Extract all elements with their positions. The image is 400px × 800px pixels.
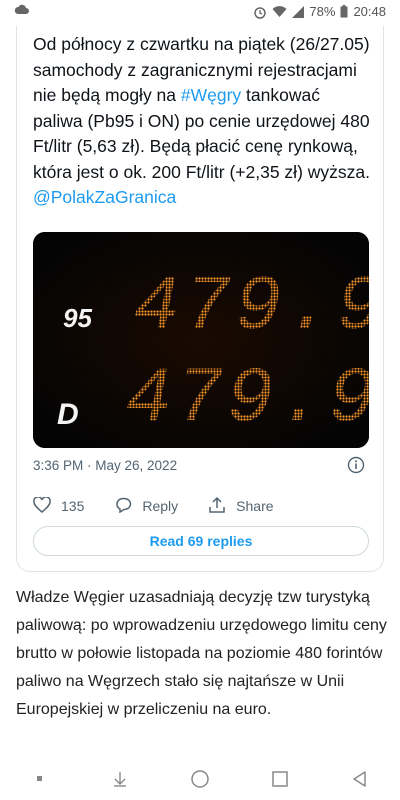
like-count: 135 bbox=[61, 498, 85, 514]
cloud-icon bbox=[14, 3, 30, 18]
price-row2: 479.9 bbox=[125, 356, 369, 444]
battery-icon bbox=[340, 5, 348, 18]
signal-icon bbox=[292, 5, 305, 18]
price-row1: 479.9 bbox=[133, 264, 369, 352]
read-replies-button[interactable]: Read 69 replies bbox=[33, 526, 369, 556]
hashtag-link[interactable]: #Węgry bbox=[181, 85, 241, 105]
download-arrow-icon[interactable] bbox=[100, 764, 140, 794]
back-icon[interactable] bbox=[340, 764, 380, 794]
info-icon[interactable] bbox=[347, 456, 365, 474]
reply-icon bbox=[114, 497, 142, 516]
reply-button[interactable]: Reply bbox=[114, 497, 178, 516]
tweet-timestamp[interactable]: 3:36 PM · May 26, 2022 bbox=[33, 458, 177, 473]
system-nav-bar bbox=[0, 758, 400, 800]
reply-label: Reply bbox=[142, 498, 179, 514]
battery-percent: 78% bbox=[309, 4, 336, 19]
status-bar: 78% 20:48 bbox=[0, 0, 400, 24]
share-icon bbox=[208, 496, 236, 517]
like-button[interactable]: 135 bbox=[33, 495, 85, 516]
share-label: Share bbox=[236, 498, 274, 514]
heart-icon bbox=[33, 495, 61, 516]
tweet-actions: 135 Reply Share bbox=[33, 495, 304, 517]
clock-time: 20:48 bbox=[353, 4, 386, 19]
wifi-icon bbox=[272, 5, 287, 18]
mention-link[interactable]: @PolakZaGranica bbox=[33, 187, 176, 207]
embedded-tweet[interactable]: Od północy z czwartku na piątek (26/27.0… bbox=[16, 26, 384, 572]
article-paragraph: Władze Węgier uzasadniają decyzję tzw tu… bbox=[16, 589, 387, 718]
price-label-d: D bbox=[57, 398, 79, 431]
tweet-text: Od północy z czwartku na piątek (26/27.0… bbox=[33, 32, 373, 211]
home-icon[interactable] bbox=[180, 764, 220, 794]
recents-icon[interactable] bbox=[260, 764, 300, 794]
share-button[interactable]: Share bbox=[208, 496, 274, 517]
tweet-photo[interactable]: 95 479.9 D 479.9 bbox=[33, 232, 369, 448]
menu-dot-icon[interactable] bbox=[20, 764, 60, 794]
price-label-95: 95 bbox=[63, 303, 92, 333]
alarm-icon bbox=[253, 5, 267, 19]
